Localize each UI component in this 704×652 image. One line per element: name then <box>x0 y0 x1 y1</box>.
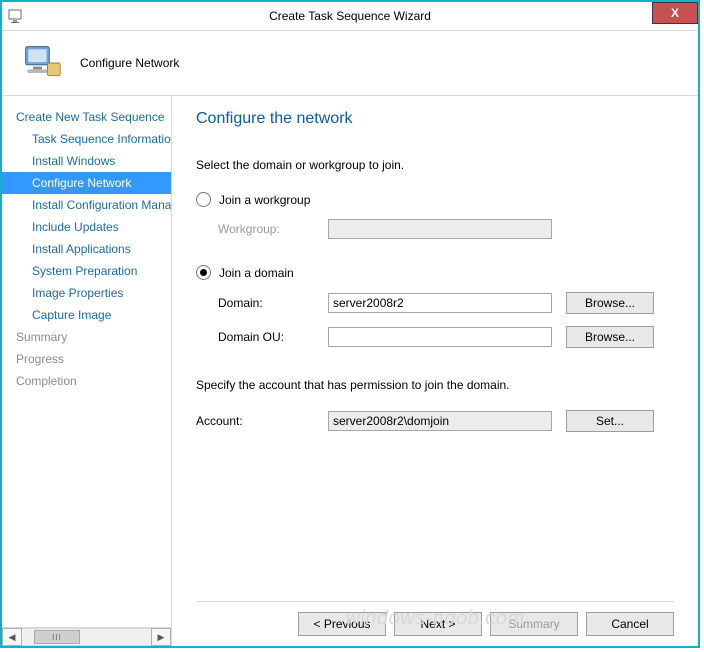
sidebar-item-include-updates[interactable]: Include Updates <box>2 216 171 238</box>
cancel-button[interactable]: Cancel <box>586 612 674 636</box>
scroll-right-button[interactable]: ▶ <box>151 628 171 646</box>
sidebar-item-label: Summary <box>16 330 67 344</box>
domain-input[interactable] <box>328 293 552 313</box>
sidebar-item-progress[interactable]: Progress <box>2 348 171 370</box>
sidebar-item-label: Image Properties <box>32 286 123 300</box>
sidebar-item-task-sequence-information[interactable]: Task Sequence Information <box>2 128 171 150</box>
section-intro: Select the domain or workgroup to join. <box>196 158 674 172</box>
sidebar: Create New Task Sequence Task Sequence In… <box>2 96 172 646</box>
scroll-track[interactable]: III <box>22 628 151 646</box>
sidebar-item-label: Install Configuration Manager <box>32 198 171 212</box>
close-icon: X <box>671 6 679 20</box>
domain-radio[interactable] <box>196 265 211 280</box>
sidebar-item-label: Install Applications <box>32 242 131 256</box>
workgroup-radio-row[interactable]: Join a workgroup <box>196 192 674 207</box>
banner-title: Configure Network <box>80 56 179 70</box>
body: Create New Task Sequence Task Sequence In… <box>2 96 698 646</box>
sidebar-item-capture-image[interactable]: Capture Image <box>2 304 171 326</box>
next-button[interactable]: Next > <box>394 612 482 636</box>
chevron-right-icon: ▶ <box>158 632 165 643</box>
domain-ou-input[interactable] <box>328 327 552 347</box>
account-set-button[interactable]: Set... <box>566 410 654 432</box>
titlebar: Create Task Sequence Wizard X <box>2 2 698 31</box>
sidebar-scrollbar[interactable]: ◀ III ▶ <box>2 627 171 646</box>
sidebar-item-install-applications[interactable]: Install Applications <box>2 238 171 260</box>
workgroup-field-row: Workgroup: <box>218 219 674 239</box>
domain-field-row: Domain: Browse... <box>218 292 674 314</box>
sidebar-item-label: Configure Network <box>32 176 131 190</box>
sidebar-item-install-windows[interactable]: Install Windows <box>2 150 171 172</box>
sidebar-item-label: Install Windows <box>32 154 115 168</box>
sidebar-item-system-preparation[interactable]: System Preparation <box>2 260 171 282</box>
close-button[interactable]: X <box>652 2 698 24</box>
sidebar-item-label: Task Sequence Information <box>32 132 171 146</box>
app-icon <box>8 8 24 24</box>
sidebar-item-install-configuration-manager[interactable]: Install Configuration Manager <box>2 194 171 216</box>
domain-browse-button[interactable]: Browse... <box>566 292 654 314</box>
chevron-left-icon: ◀ <box>9 632 16 643</box>
sidebar-item-label: Progress <box>16 352 64 366</box>
domain-ou-browse-button[interactable]: Browse... <box>566 326 654 348</box>
sidebar-item-label: Capture Image <box>32 308 111 322</box>
domain-radio-row[interactable]: Join a domain <box>196 265 674 280</box>
scroll-left-button[interactable]: ◀ <box>2 628 22 646</box>
workgroup-label: Workgroup: <box>218 222 328 236</box>
sidebar-item-create-new-task-sequence[interactable]: Create New Task Sequence <box>2 106 171 128</box>
sidebar-item-summary[interactable]: Summary <box>2 326 171 348</box>
content: Configure the network Select the domain … <box>172 96 698 646</box>
previous-button[interactable]: < Previous <box>298 612 386 636</box>
account-field-row: Account: Set... <box>196 410 674 432</box>
wizard-window: Create Task Sequence Wizard X Configure … <box>0 0 700 648</box>
sidebar-item-label: Completion <box>16 374 77 388</box>
page-heading: Configure the network <box>196 110 674 128</box>
scroll-thumb[interactable]: III <box>34 630 80 644</box>
account-intro: Specify the account that has permission … <box>196 378 674 392</box>
window-title: Create Task Sequence Wizard <box>2 9 698 23</box>
sidebar-item-label: Create New Task Sequence <box>16 110 165 124</box>
workgroup-input <box>328 219 552 239</box>
domain-radio-label: Join a domain <box>219 266 294 280</box>
workgroup-radio-label: Join a workgroup <box>219 193 310 207</box>
sidebar-item-configure-network[interactable]: Configure Network <box>2 172 171 194</box>
thumb-grip-icon: III <box>52 633 62 642</box>
account-input <box>328 411 552 431</box>
sidebar-list: Create New Task Sequence Task Sequence In… <box>2 106 171 627</box>
sidebar-item-label: System Preparation <box>32 264 137 278</box>
banner: Configure Network <box>2 31 698 96</box>
account-label: Account: <box>196 414 328 428</box>
sidebar-item-completion[interactable]: Completion <box>2 370 171 392</box>
workgroup-radio[interactable] <box>196 192 211 207</box>
summary-button: Summary <box>490 612 578 636</box>
domain-ou-field-row: Domain OU: Browse... <box>218 326 674 348</box>
domain-label: Domain: <box>218 296 328 310</box>
sidebar-item-label: Include Updates <box>32 220 119 234</box>
computer-network-icon <box>20 43 64 83</box>
footer: windows-noob.com < Previous Next > Summa… <box>196 601 674 636</box>
sidebar-item-image-properties[interactable]: Image Properties <box>2 282 171 304</box>
domain-ou-label: Domain OU: <box>218 330 328 344</box>
